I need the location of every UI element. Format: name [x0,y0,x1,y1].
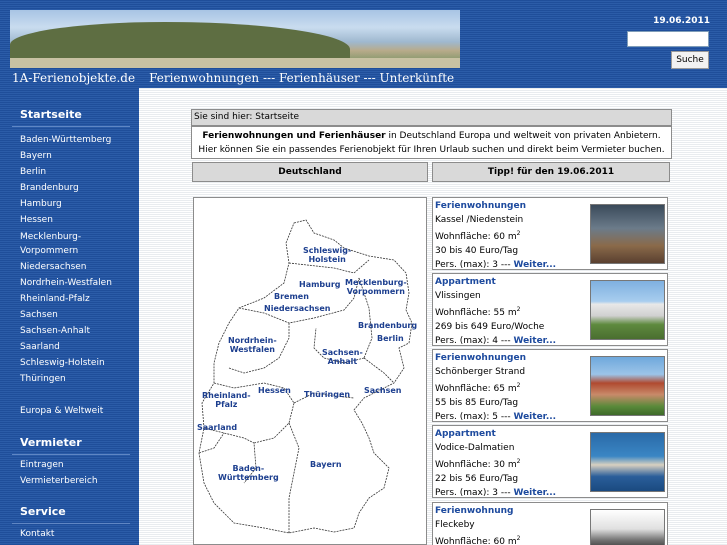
offer-more-link[interactable]: Weiter... [513,488,556,498]
offer-more-link[interactable]: Weiter... [513,260,556,270]
offer-place: Vlissingen [435,291,481,301]
offer-area: Wohnfläche: 65 m2 [435,382,521,394]
sidebar-item-bayern[interactable]: Bayern [20,150,52,163]
map-label-bremen[interactable]: Bremen [274,292,309,301]
offer-more-link[interactable]: Weiter... [513,412,556,422]
offer-photo[interactable] [590,280,665,340]
sidebar-item-baden-wuerttemberg[interactable]: Baden-Württemberg [20,134,111,147]
map-label-thueringen[interactable]: Thüringen [304,390,350,399]
offer-card: Ferienwohnungen Schönberger Strand Wohnf… [432,349,668,422]
offer-place: Schönberger Strand [435,367,526,377]
intro-bold: Ferienwohnungen und Ferienhäuser [202,131,386,141]
offer-type[interactable]: Appartment [435,275,587,289]
offer-price: 30 bis 40 Euro/Tag [435,246,519,256]
sidebar-item-vermieterbereich[interactable]: Vermieterbereich [20,475,98,488]
header: 1A-Ferienobjekte.de Ferienwohnungen --- F… [0,0,727,88]
map-label-berlin[interactable]: Berlin [377,334,404,343]
sidebar-item-berlin[interactable]: Berlin [20,166,46,179]
sidebar-heading-service: Service [20,505,66,518]
offer-photo[interactable] [590,204,665,264]
map-label-hessen[interactable]: Hessen [258,386,291,395]
sidebar-item-nordrhein-westfalen[interactable]: Nordrhein-Westfalen [20,277,112,290]
germany-map[interactable]: Schleswig- Holstein Hamburg Mecklenburg- V… [193,197,427,545]
offer-area: Wohnfläche: 60 m2 [435,535,521,545]
sidebar-item-hessen[interactable]: Hessen [20,214,53,227]
map-label-mecklenburg-vorpommern[interactable]: Mecklenburg- Vorpommern [345,278,407,296]
map-label-brandenburg[interactable]: Brandenburg [358,321,417,330]
offer-persons: Pers. (max): 3 --- Weiter... [435,260,557,270]
offer-type[interactable]: Appartment [435,427,587,441]
sidebar-item-vorpommern[interactable]: Vorpommern [20,245,78,258]
offer-area: Wohnfläche: 55 m2 [435,306,521,318]
sidebar-item-hamburg[interactable]: Hamburg [20,198,62,211]
sidebar-item-sachsen-anhalt[interactable]: Sachsen-Anhalt [20,325,90,338]
offer-photo[interactable] [590,432,665,492]
map-label-sachsen[interactable]: Sachsen [364,386,401,395]
sidebar-item-niedersachsen[interactable]: Niedersachsen [20,261,87,274]
offer-place: Kassel /Niedenstein [435,215,524,225]
offer-type[interactable]: Ferienwohnungen [435,351,587,365]
map-label-niedersachsen[interactable]: Niedersachsen [264,304,330,313]
sidebar-item-schleswig-holstein[interactable]: Schleswig-Holstein [20,357,105,370]
sidebar-item-thueringen[interactable]: Thüringen [20,373,66,386]
sidebar-item-eintragen[interactable]: Eintragen [20,459,64,472]
map-label-saarland[interactable]: Saarland [197,423,237,432]
site-title: 1A-Ferienobjekte.de Ferienwohnungen --- F… [12,71,454,85]
offer-area: Wohnfläche: 30 m2 [435,458,521,470]
sidebar-item-saarland[interactable]: Saarland [20,341,60,354]
offer-place: Fleckeby [435,520,475,530]
search-input[interactable] [627,31,709,47]
offer-photo[interactable] [590,509,665,545]
offer-card: Appartment Vodice-Dalmatien Wohnfläche: … [432,425,668,498]
offer-card: Ferienwohnungen Kassel /Niedenstein Wohn… [432,197,668,270]
map-label-sachsen-anhalt[interactable]: Sachsen- Anhalt [322,348,363,366]
column-header-tip: Tipp! für den 19.06.2011 [432,162,670,182]
intro-text: Ferienwohnungen und Ferienhäuser in Deut… [191,126,672,159]
sidebar-item-kontakt[interactable]: Kontakt [20,528,54,541]
sidebar-item-mecklenburg[interactable]: Mecklenburg- [20,231,81,244]
sidebar-item-brandenburg[interactable]: Brandenburg [20,182,79,195]
offer-price: 269 bis 649 Euro/Woche [435,322,545,332]
sidebar: Startseite Baden-Württemberg Bayern Berl… [0,88,139,545]
offer-area: Wohnfläche: 60 m2 [435,230,521,242]
offer-type[interactable]: Ferienwohnung [435,504,587,518]
offer-card: Ferienwohnung Fleckeby Wohnfläche: 60 m2 [432,502,668,545]
offer-card: Appartment Vlissingen Wohnfläche: 55 m2 … [432,273,668,346]
offer-persons: Pers. (max): 5 --- Weiter... [435,412,557,422]
divider [12,126,130,127]
offer-place: Vodice-Dalmatien [435,443,515,453]
divider [12,523,130,524]
map-label-hamburg[interactable]: Hamburg [299,280,341,289]
offer-type[interactable]: Ferienwohnungen [435,199,587,213]
search-button[interactable]: Suche [671,51,709,69]
sidebar-item-europa-weltweit[interactable]: Europa & Weltweit [20,405,103,418]
offer-photo[interactable] [590,356,665,416]
sidebar-item-sachsen[interactable]: Sachsen [20,309,58,322]
map-label-baden-wuerttemberg[interactable]: Baden- Württemberg [218,464,279,482]
offer-price: 55 bis 85 Euro/Tag [435,398,519,408]
map-label-schleswig-holstein[interactable]: Schleswig- Holstein [303,246,351,264]
current-date: 19.06.2011 [653,16,710,26]
offer-persons: Pers. (max): 3 --- Weiter... [435,488,557,498]
map-label-bayern[interactable]: Bayern [310,460,342,469]
offer-persons: Pers. (max): 4 --- Weiter... [435,336,557,346]
breadcrumb: Sie sind hier: Startseite [191,109,672,126]
site-tagline: Ferienwohnungen --- Ferienhäuser --- Unt… [149,71,455,85]
divider [12,454,130,455]
offer-price: 22 bis 56 Euro/Tag [435,474,519,484]
column-header-deutschland: Deutschland [192,162,428,182]
site-name[interactable]: 1A-Ferienobjekte.de [12,71,135,85]
sidebar-heading-vermieter: Vermieter [20,436,82,449]
offer-more-link[interactable]: Weiter... [513,336,556,346]
header-banner-image [10,10,460,68]
map-label-nordrhein-westfalen[interactable]: Nordrhein- Westfalen [228,336,277,354]
sidebar-item-rheinland-pfalz[interactable]: Rheinland-Pfalz [20,293,90,306]
map-label-rheinland-pfalz[interactable]: Rheinland- Pfalz [202,391,251,409]
sidebar-heading-startseite[interactable]: Startseite [20,108,82,121]
